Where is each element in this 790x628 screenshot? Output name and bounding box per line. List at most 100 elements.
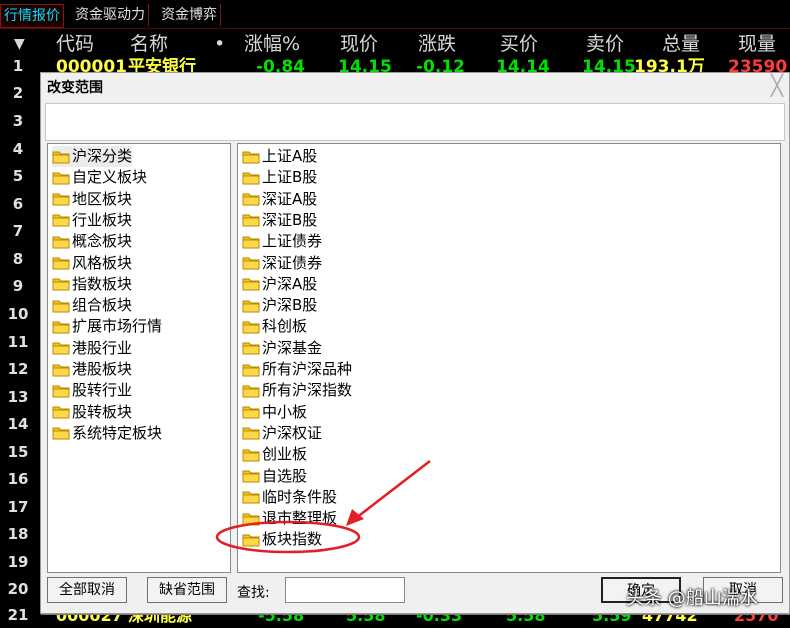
row-number: 13 bbox=[7, 388, 29, 406]
category-item[interactable]: 系统特定板块 bbox=[52, 423, 162, 444]
category-item[interactable]: 港股行业 bbox=[52, 338, 132, 359]
scope-item[interactable]: 深证债券 bbox=[242, 253, 322, 274]
item-label: 沪深B股 bbox=[262, 296, 318, 315]
scope-item[interactable]: 自选股 bbox=[242, 466, 307, 487]
col-cur-vol[interactable]: 现量 bbox=[738, 30, 776, 58]
item-label: 创业板 bbox=[262, 445, 308, 464]
item-label: 系统特定板块 bbox=[72, 423, 163, 442]
clear-all-button[interactable]: 全部取消 bbox=[47, 577, 127, 603]
item-label: 扩展市场行情 bbox=[72, 317, 163, 336]
category-item[interactable]: 扩展市场行情 bbox=[52, 316, 162, 337]
folder-icon bbox=[52, 342, 70, 355]
category-item[interactable]: 组合板块 bbox=[52, 295, 132, 316]
item-label: 地区板块 bbox=[72, 189, 133, 208]
search-input[interactable] bbox=[285, 577, 405, 603]
col-change-pct[interactable]: 涨幅% bbox=[244, 30, 300, 58]
row-number: 20 bbox=[7, 580, 29, 598]
scope-item[interactable]: 深证A股 bbox=[242, 189, 317, 210]
scope-item[interactable]: 所有沪深品种 bbox=[242, 359, 352, 380]
folder-icon bbox=[52, 236, 70, 249]
row-number: 16 bbox=[7, 470, 29, 488]
category-item[interactable]: 股转板块 bbox=[52, 402, 132, 423]
scope-item[interactable]: 科创板 bbox=[242, 316, 307, 337]
scope-item[interactable]: 深证B股 bbox=[242, 210, 317, 231]
category-item[interactable]: 沪深分类 bbox=[52, 146, 133, 167]
item-label: 临时条件股 bbox=[262, 487, 338, 506]
close-icon[interactable]: ╳ bbox=[771, 73, 783, 97]
tab-fund-drive[interactable]: 资金驱动力 bbox=[72, 4, 149, 26]
item-label: 概念板块 bbox=[72, 232, 133, 251]
col-volume[interactable]: 总量 bbox=[662, 30, 700, 58]
row-number: 18 bbox=[7, 525, 29, 543]
scope-item[interactable]: 沪深B股 bbox=[242, 295, 317, 316]
scope-item[interactable]: 退市整理板 bbox=[242, 508, 337, 529]
category-item[interactable]: 股转行业 bbox=[52, 380, 132, 401]
folder-icon bbox=[242, 214, 260, 227]
scope-item[interactable]: 上证B股 bbox=[242, 167, 317, 188]
category-list[interactable]: 沪深分类 自定义板块 地区板块 行业板块 概念板块 风格板块 指数板块 组合板块 扩展市场行情港… bbox=[47, 143, 231, 573]
col-code[interactable]: 代码 bbox=[56, 30, 94, 58]
scope-item[interactable]: 上证A股 bbox=[242, 146, 317, 167]
category-item[interactable]: 概念板块 bbox=[52, 231, 132, 252]
scope-item[interactable]: 创业板 bbox=[242, 444, 307, 465]
item-label: 股转板块 bbox=[72, 402, 133, 421]
tab-fund-game[interactable]: 资金博弈 bbox=[158, 4, 221, 26]
item-label: 上证债券 bbox=[262, 232, 323, 251]
tab-quotes[interactable]: 行情报价 bbox=[0, 4, 64, 28]
row-number: 4 bbox=[12, 140, 24, 158]
category-item[interactable]: 指数板块 bbox=[52, 274, 132, 295]
row-number: 5 bbox=[12, 167, 24, 185]
row-number: 11 bbox=[7, 333, 29, 351]
folder-icon bbox=[52, 257, 70, 270]
row-number: 3 bbox=[12, 112, 24, 130]
category-item[interactable]: 行业板块 bbox=[52, 210, 132, 231]
item-label: 沪深A股 bbox=[262, 274, 318, 293]
folder-icon bbox=[242, 342, 260, 355]
scope-list[interactable]: 上证A股 上证B股 深证A股 深证B股 上证债券 深证债券 沪深A股 沪深B股 科创板 沪深基金所… bbox=[237, 143, 781, 573]
folder-icon bbox=[52, 214, 70, 227]
folder-icon bbox=[242, 427, 260, 440]
folder-icon bbox=[52, 406, 70, 419]
row-number: 17 bbox=[7, 498, 29, 516]
item-label: 所有沪深指数 bbox=[262, 381, 353, 400]
folder-icon bbox=[242, 385, 260, 398]
scope-item[interactable]: 沪深A股 bbox=[242, 274, 317, 295]
category-item[interactable]: 自定义板块 bbox=[52, 167, 147, 188]
folder-icon bbox=[242, 449, 260, 462]
col-bid[interactable]: 买价 bbox=[500, 30, 538, 58]
item-label: 上证B股 bbox=[262, 168, 318, 187]
item-label: 退市整理板 bbox=[262, 509, 338, 528]
category-item[interactable]: 风格板块 bbox=[52, 253, 132, 274]
scope-item[interactable]: 上证债券 bbox=[242, 231, 322, 252]
item-label: 行业板块 bbox=[72, 210, 133, 229]
folder-icon bbox=[242, 236, 260, 249]
col-price[interactable]: 现价 bbox=[340, 30, 378, 58]
item-label: 港股行业 bbox=[72, 338, 133, 357]
category-item[interactable]: 地区板块 bbox=[52, 189, 132, 210]
item-label: 股转行业 bbox=[72, 381, 133, 400]
row-number: 21 bbox=[7, 606, 29, 624]
col-ask[interactable]: 卖价 bbox=[586, 30, 624, 58]
scope-item[interactable]: 临时条件股 bbox=[242, 487, 337, 508]
category-item[interactable]: 港股板块 bbox=[52, 359, 132, 380]
item-label: 所有沪深品种 bbox=[262, 360, 353, 378]
col-name[interactable]: 名称 bbox=[130, 30, 168, 58]
folder-icon bbox=[52, 300, 70, 313]
row-number: 6 bbox=[12, 195, 24, 213]
row-number: 15 bbox=[7, 443, 29, 461]
col-change[interactable]: 涨跌 bbox=[418, 30, 456, 58]
item-label: 自定义板块 bbox=[72, 168, 148, 187]
scope-item[interactable]: 中小板 bbox=[242, 402, 307, 423]
folder-icon bbox=[242, 172, 260, 185]
scope-item[interactable]: 所有沪深指数 bbox=[242, 380, 352, 401]
change-scope-dialog: 改变范围 ╳ 沪深分类 自定义板块 地区板块 行业板块 概念板块 风格板块 指数板块 组合板块… bbox=[40, 72, 790, 614]
market-tabs: 行情报价 资金驱动力 资金博弈 bbox=[0, 0, 790, 29]
folder-icon bbox=[242, 151, 260, 163]
item-label: 深证债券 bbox=[262, 253, 323, 272]
default-scope-button[interactable]: 缺省范围 bbox=[147, 577, 227, 603]
scope-item[interactable]: 沪深权证 bbox=[242, 423, 322, 444]
row-number: 1 bbox=[12, 57, 24, 75]
scope-item[interactable]: 板块指数 bbox=[242, 529, 322, 550]
item-label: 板块指数 bbox=[262, 530, 323, 549]
scope-item[interactable]: 沪深基金 bbox=[242, 338, 322, 359]
